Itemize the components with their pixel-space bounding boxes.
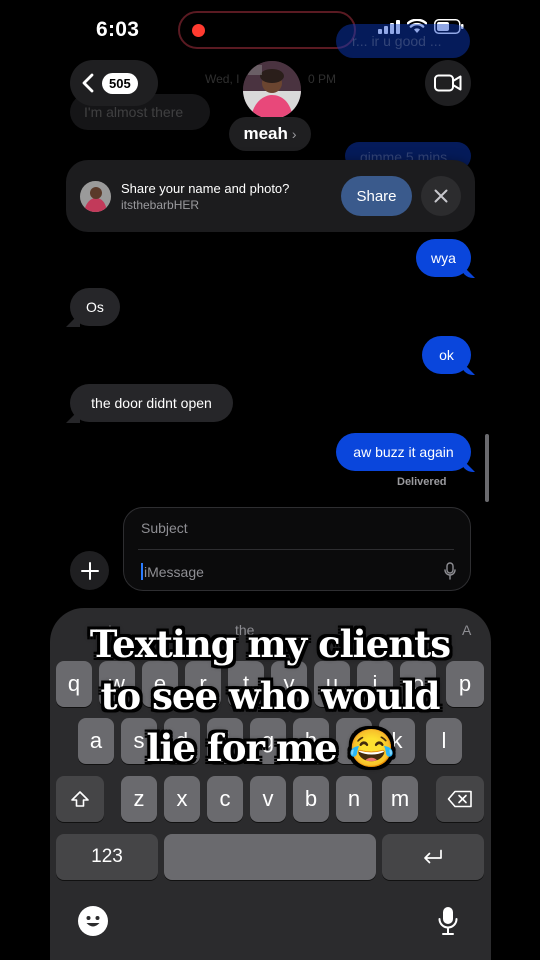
shift-arrow-icon	[71, 791, 89, 807]
plus-icon	[80, 561, 99, 580]
key-v[interactable]: v	[250, 776, 286, 822]
space-key[interactable]	[164, 834, 376, 880]
message-bubble-outgoing[interactable]: ok	[422, 336, 471, 374]
backspace-icon	[447, 790, 472, 808]
key-b[interactable]: b	[293, 776, 329, 822]
share-button[interactable]: Share	[341, 176, 412, 216]
share-avatar	[80, 181, 111, 212]
message-bubble-incoming[interactable]: Os	[70, 288, 120, 326]
smiley-icon	[79, 907, 107, 935]
avatar-image	[80, 181, 111, 212]
dynamic-island	[178, 11, 356, 49]
status-time: 6:03	[96, 18, 140, 41]
chevron-right-icon: ›	[291, 126, 297, 142]
text-cursor	[141, 563, 143, 580]
faint-date: Wed, I	[205, 72, 240, 86]
video-camera-icon	[434, 74, 462, 92]
caption-line-2: to see who would	[100, 674, 440, 718]
contact-avatar[interactable]	[243, 61, 301, 119]
caption-line-3: lie for me 😂	[146, 726, 394, 770]
dictation-mic-icon[interactable]	[444, 562, 456, 580]
message-bubble-outgoing[interactable]: aw buzz it again	[336, 433, 471, 471]
microphone-icon	[438, 907, 458, 935]
return-key[interactable]	[382, 834, 484, 880]
key-z[interactable]: z	[121, 776, 157, 822]
chevron-left-icon	[82, 73, 94, 93]
apps-plus-button[interactable]	[70, 551, 109, 590]
key-m[interactable]: m	[382, 776, 418, 822]
delete-key[interactable]	[436, 776, 484, 822]
back-button[interactable]: 505	[70, 60, 158, 106]
dictation-key[interactable]	[438, 906, 458, 941]
key-c[interactable]: c	[207, 776, 243, 822]
delivered-status: Delivered	[397, 476, 447, 488]
scrollbar[interactable]	[485, 434, 489, 502]
message-bubble-outgoing[interactable]: wya	[416, 239, 471, 277]
key-n[interactable]: n	[336, 776, 372, 822]
share-handle: itsthebarbHER	[121, 198, 200, 212]
faint-message-top: r... ir u good ...	[352, 33, 442, 49]
subject-field[interactable]: Subject	[141, 520, 188, 536]
shift-key[interactable]	[56, 776, 104, 822]
caption-line-1: Texting my clients	[89, 622, 451, 666]
facetime-button[interactable]	[425, 60, 471, 106]
key-x[interactable]: x	[164, 776, 200, 822]
share-title: Share your name and photo?	[121, 181, 290, 196]
contact-name-button[interactable]: meah ›	[229, 117, 311, 151]
dismiss-banner-button[interactable]	[421, 176, 461, 216]
faint-message-left: I'm almost there	[84, 104, 184, 120]
unread-count-badge: 505	[102, 72, 138, 94]
message-bubble-incoming[interactable]: the door didnt open	[70, 384, 233, 422]
compose-divider	[138, 549, 454, 550]
avatar-image	[243, 61, 301, 119]
share-name-photo-banner: Share your name and photo? itsthebarbHER…	[66, 160, 475, 232]
contact-name: meah	[243, 124, 288, 143]
message-compose-box[interactable]: Subject iMessage	[123, 507, 471, 591]
return-arrow-icon	[424, 849, 442, 864]
numbers-key[interactable]: 123	[56, 834, 158, 880]
emoji-key[interactable]	[78, 906, 108, 936]
close-icon	[434, 189, 448, 203]
recording-indicator-icon	[192, 24, 205, 37]
faint-time: 0 PM	[308, 72, 337, 86]
message-field[interactable]: iMessage	[141, 563, 204, 580]
message-placeholder: iMessage	[144, 563, 204, 580]
